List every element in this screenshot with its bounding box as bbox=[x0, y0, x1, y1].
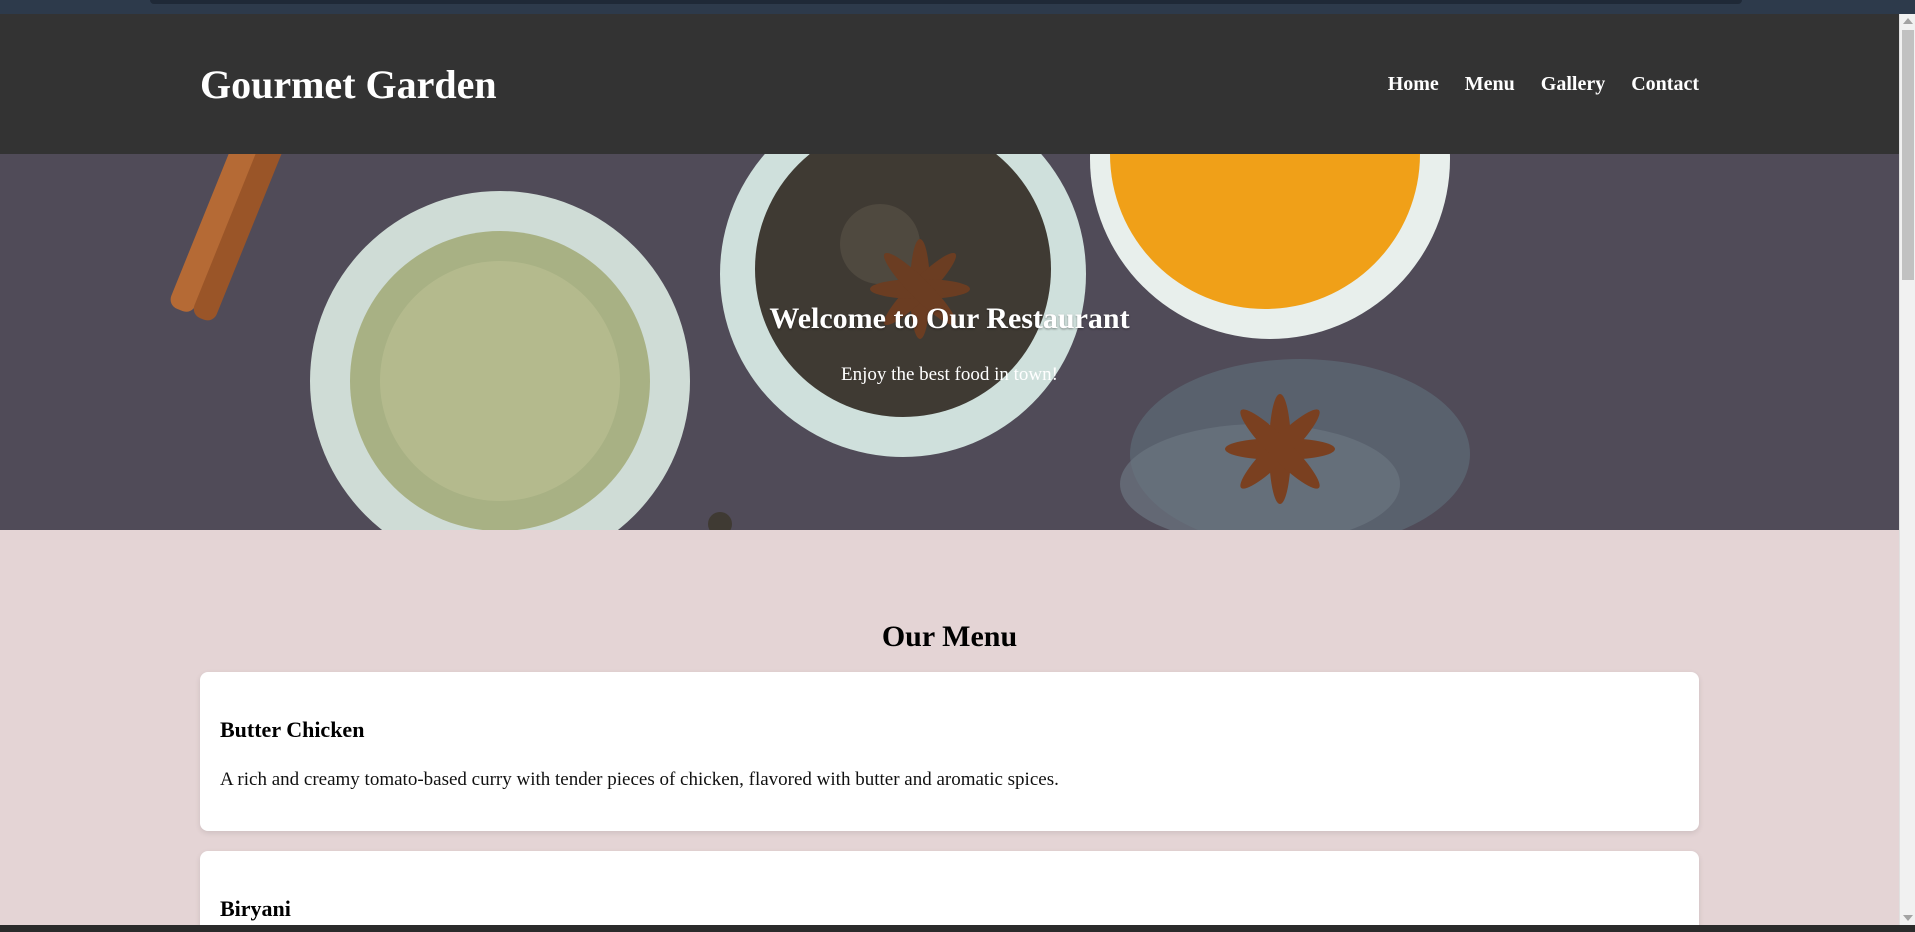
menu-card: Biryani bbox=[200, 851, 1699, 925]
hero-text: Welcome to Our Restaurant Enjoy the best… bbox=[0, 302, 1899, 386]
nav-contact[interactable]: Contact bbox=[1631, 73, 1699, 96]
nav-home[interactable]: Home bbox=[1388, 73, 1439, 96]
dish-description: A rich and creamy tomato-based curry wit… bbox=[220, 769, 1059, 790]
scroll-up-icon[interactable] bbox=[1903, 18, 1913, 24]
site-header: Gourmet Garden Home Menu Gallery Contact bbox=[0, 14, 1899, 154]
scrollbar-thumb[interactable] bbox=[1902, 30, 1914, 280]
browser-top-strip bbox=[0, 0, 1915, 14]
menu-card: Butter Chicken A rich and creamy tomato-… bbox=[200, 672, 1699, 831]
nav-gallery[interactable]: Gallery bbox=[1541, 73, 1605, 96]
menu-section: Our Menu Butter Chicken A rich and cream… bbox=[0, 530, 1899, 925]
hero-title: Welcome to Our Restaurant bbox=[769, 302, 1130, 335]
tab-edge bbox=[150, 0, 1742, 4]
page-scrollbar[interactable] bbox=[1899, 14, 1915, 925]
hero-banner: Welcome to Our Restaurant Enjoy the best… bbox=[0, 154, 1899, 530]
menu-title: Our Menu bbox=[881, 620, 1018, 653]
dish-name: Butter Chicken bbox=[220, 717, 365, 742]
scroll-down-icon[interactable] bbox=[1903, 915, 1913, 921]
site-logo[interactable]: Gourmet Garden bbox=[200, 61, 497, 108]
main-nav: Home Menu Gallery Contact bbox=[1388, 73, 1699, 96]
page-viewport: Gourmet Garden Home Menu Gallery Contact bbox=[0, 14, 1899, 925]
nav-menu[interactable]: Menu bbox=[1465, 73, 1515, 96]
dish-name: Biryani bbox=[220, 896, 291, 921]
hero-subtitle: Enjoy the best food in town! bbox=[841, 364, 1058, 385]
taskbar-edge bbox=[0, 925, 1915, 932]
